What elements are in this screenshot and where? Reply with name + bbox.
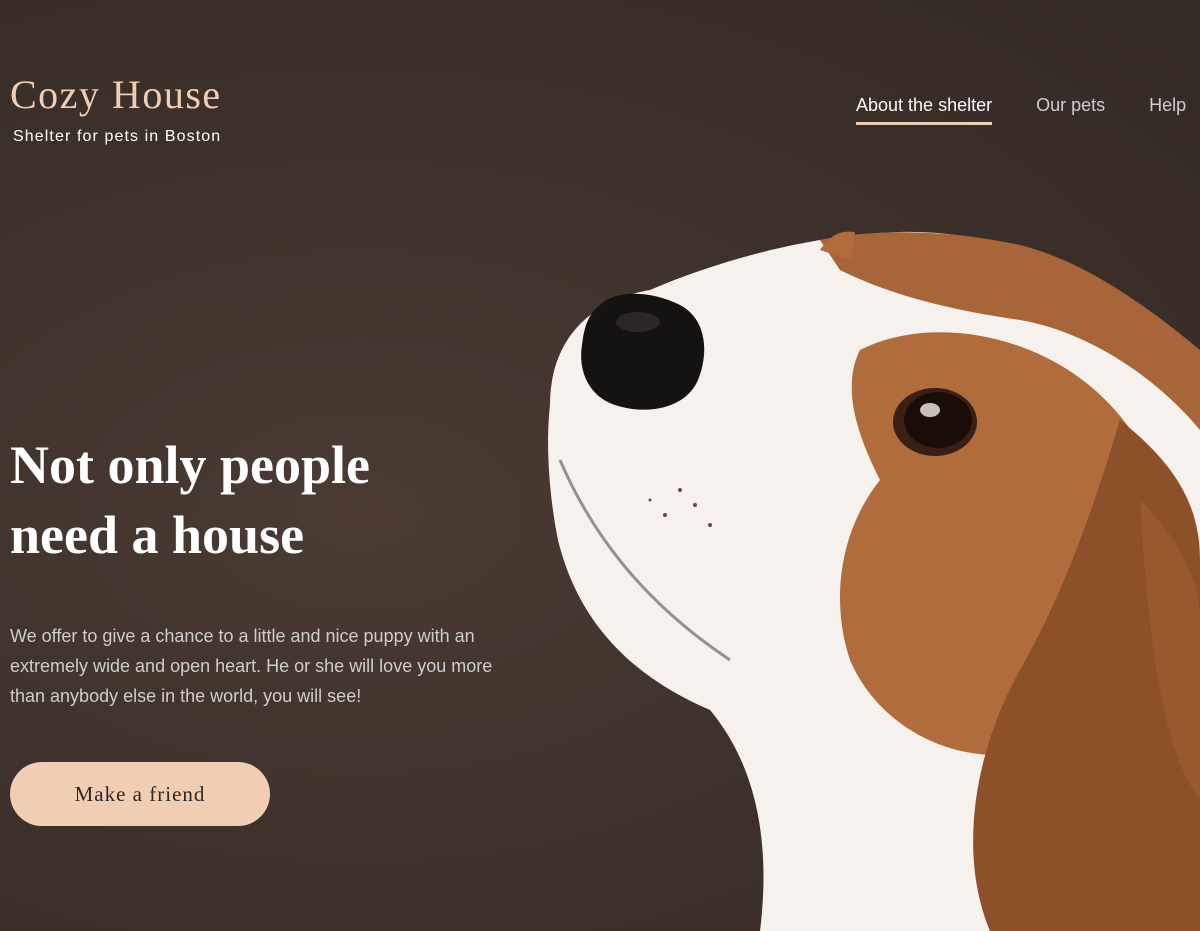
logo-title: Cozy House xyxy=(10,72,222,117)
hero-dog-image xyxy=(520,200,1200,931)
logo-subtitle: Shelter for pets in Boston xyxy=(13,128,222,145)
nav-item-help[interactable]: Help xyxy=(1149,95,1186,125)
hero-title: Not only people need a house xyxy=(10,430,480,570)
make-a-friend-button[interactable]: Make a friend xyxy=(10,762,270,826)
nav-item-our-pets[interactable]: Our pets xyxy=(1036,95,1105,125)
logo[interactable]: Cozy House Shelter for pets in Boston xyxy=(10,72,222,146)
hero-title-line1: Not only people xyxy=(10,435,371,495)
hero-description: We offer to give a chance to a little an… xyxy=(10,626,493,706)
nav-item-about[interactable]: About the shelter xyxy=(856,95,993,125)
hero-title-line2: need a house xyxy=(10,505,305,565)
main-nav: About the shelter Our pets Help xyxy=(856,95,1186,125)
